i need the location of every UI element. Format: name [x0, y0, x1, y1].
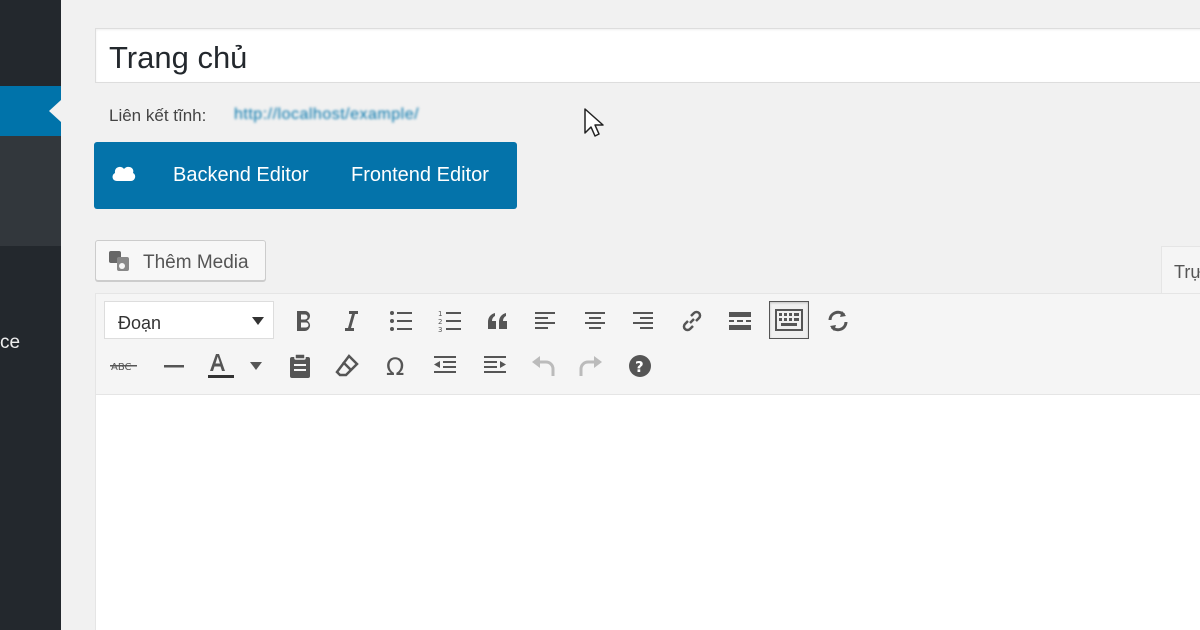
tab-visual[interactable]: Trực quan [1161, 246, 1200, 294]
permalink-link[interactable]: http://localhost/example/ [234, 106, 419, 124]
permalink-label: Liên kết tĩnh: [109, 106, 207, 125]
italic-icon [345, 311, 358, 331]
link-icon [682, 310, 702, 332]
quote-icon [488, 313, 507, 329]
undo-button[interactable] [523, 347, 563, 385]
align-left-button[interactable] [525, 302, 565, 340]
strikethrough-button[interactable]: ABC [104, 347, 144, 385]
align-center-icon [585, 312, 605, 329]
align-left-icon [535, 312, 555, 329]
bullet-list-button[interactable] [381, 302, 421, 340]
sidebar-submenu[interactable] [0, 136, 61, 246]
tab-visual-label: Trực quan [1174, 262, 1200, 282]
omega-icon: Ω [386, 354, 404, 378]
insert-link-button[interactable] [672, 302, 712, 340]
read-more-button[interactable] [720, 302, 760, 340]
editor-content-area[interactable] [95, 394, 1200, 630]
strikethrough-icon: ABC [110, 362, 137, 373]
backend-editor-button[interactable]: Backend Editor [173, 164, 309, 187]
align-right-button[interactable] [623, 302, 663, 340]
svg-text:?: ? [635, 358, 644, 376]
sidebar-item-label[interactable]: ce [0, 332, 20, 354]
text-color-button[interactable] [200, 347, 240, 385]
svg-text:2: 2 [438, 318, 442, 326]
text-color-icon [208, 354, 234, 378]
chevron-down-icon [252, 317, 264, 325]
frontend-editor-button[interactable]: Frontend Editor [351, 164, 489, 187]
svg-text:ABC: ABC [111, 362, 132, 373]
add-media-label: Thêm Media [143, 252, 249, 273]
sidebar-active-arrow [49, 100, 61, 122]
read-more-icon [729, 312, 751, 330]
refresh-icon [828, 310, 848, 332]
clipboard-icon [290, 353, 310, 378]
horizontal-line-button[interactable] [154, 347, 194, 385]
redo-button[interactable] [571, 347, 611, 385]
clear-formatting-button[interactable] [327, 347, 367, 385]
post-title-input[interactable]: Trang chủ [95, 28, 1200, 83]
svg-text:Ω: Ω [386, 354, 404, 378]
text-color-dropdown[interactable] [243, 347, 269, 385]
keyboard-icon [775, 309, 803, 331]
horizontal-line-icon [164, 365, 184, 368]
numbered-list-button[interactable]: 1 2 3 [430, 302, 470, 340]
bold-button[interactable] [284, 302, 324, 340]
indent-icon [484, 356, 506, 373]
align-center-button[interactable] [575, 302, 615, 340]
admin-sidebar: ce [0, 0, 61, 630]
italic-button[interactable] [331, 302, 371, 340]
special-character-button[interactable]: Ω [377, 347, 417, 385]
toolbar-toggle-button[interactable] [769, 301, 809, 339]
outdent-icon [434, 356, 456, 373]
help-button[interactable]: ? [620, 347, 660, 385]
format-select-value: Đoạn [118, 313, 162, 333]
cloud-logo-icon [111, 163, 137, 188]
refresh-button[interactable] [818, 302, 858, 340]
svg-text:3: 3 [438, 326, 442, 332]
svg-text:1: 1 [438, 310, 442, 318]
bullet-list-icon [390, 311, 412, 331]
indent-button[interactable] [475, 347, 515, 385]
chevron-down-icon [250, 362, 262, 370]
page-builder-bar: Backend Editor Frontend Editor [94, 142, 517, 209]
outdent-button[interactable] [425, 347, 465, 385]
undo-icon [532, 356, 555, 376]
eraser-icon [335, 354, 359, 377]
paste-as-text-button[interactable] [280, 347, 320, 385]
numbered-list-icon: 1 2 3 [438, 310, 461, 332]
bold-icon [297, 310, 311, 331]
redo-icon [579, 356, 602, 376]
format-select[interactable]: Đoạn [104, 301, 274, 339]
add-media-button[interactable]: Thêm Media [95, 240, 266, 281]
help-icon: ? [629, 355, 651, 377]
mouse-cursor-icon [584, 108, 604, 143]
align-right-icon [633, 312, 653, 329]
media-icon [107, 249, 133, 278]
blockquote-button[interactable] [478, 302, 518, 340]
post-title-text: Trang chủ [109, 40, 248, 75]
